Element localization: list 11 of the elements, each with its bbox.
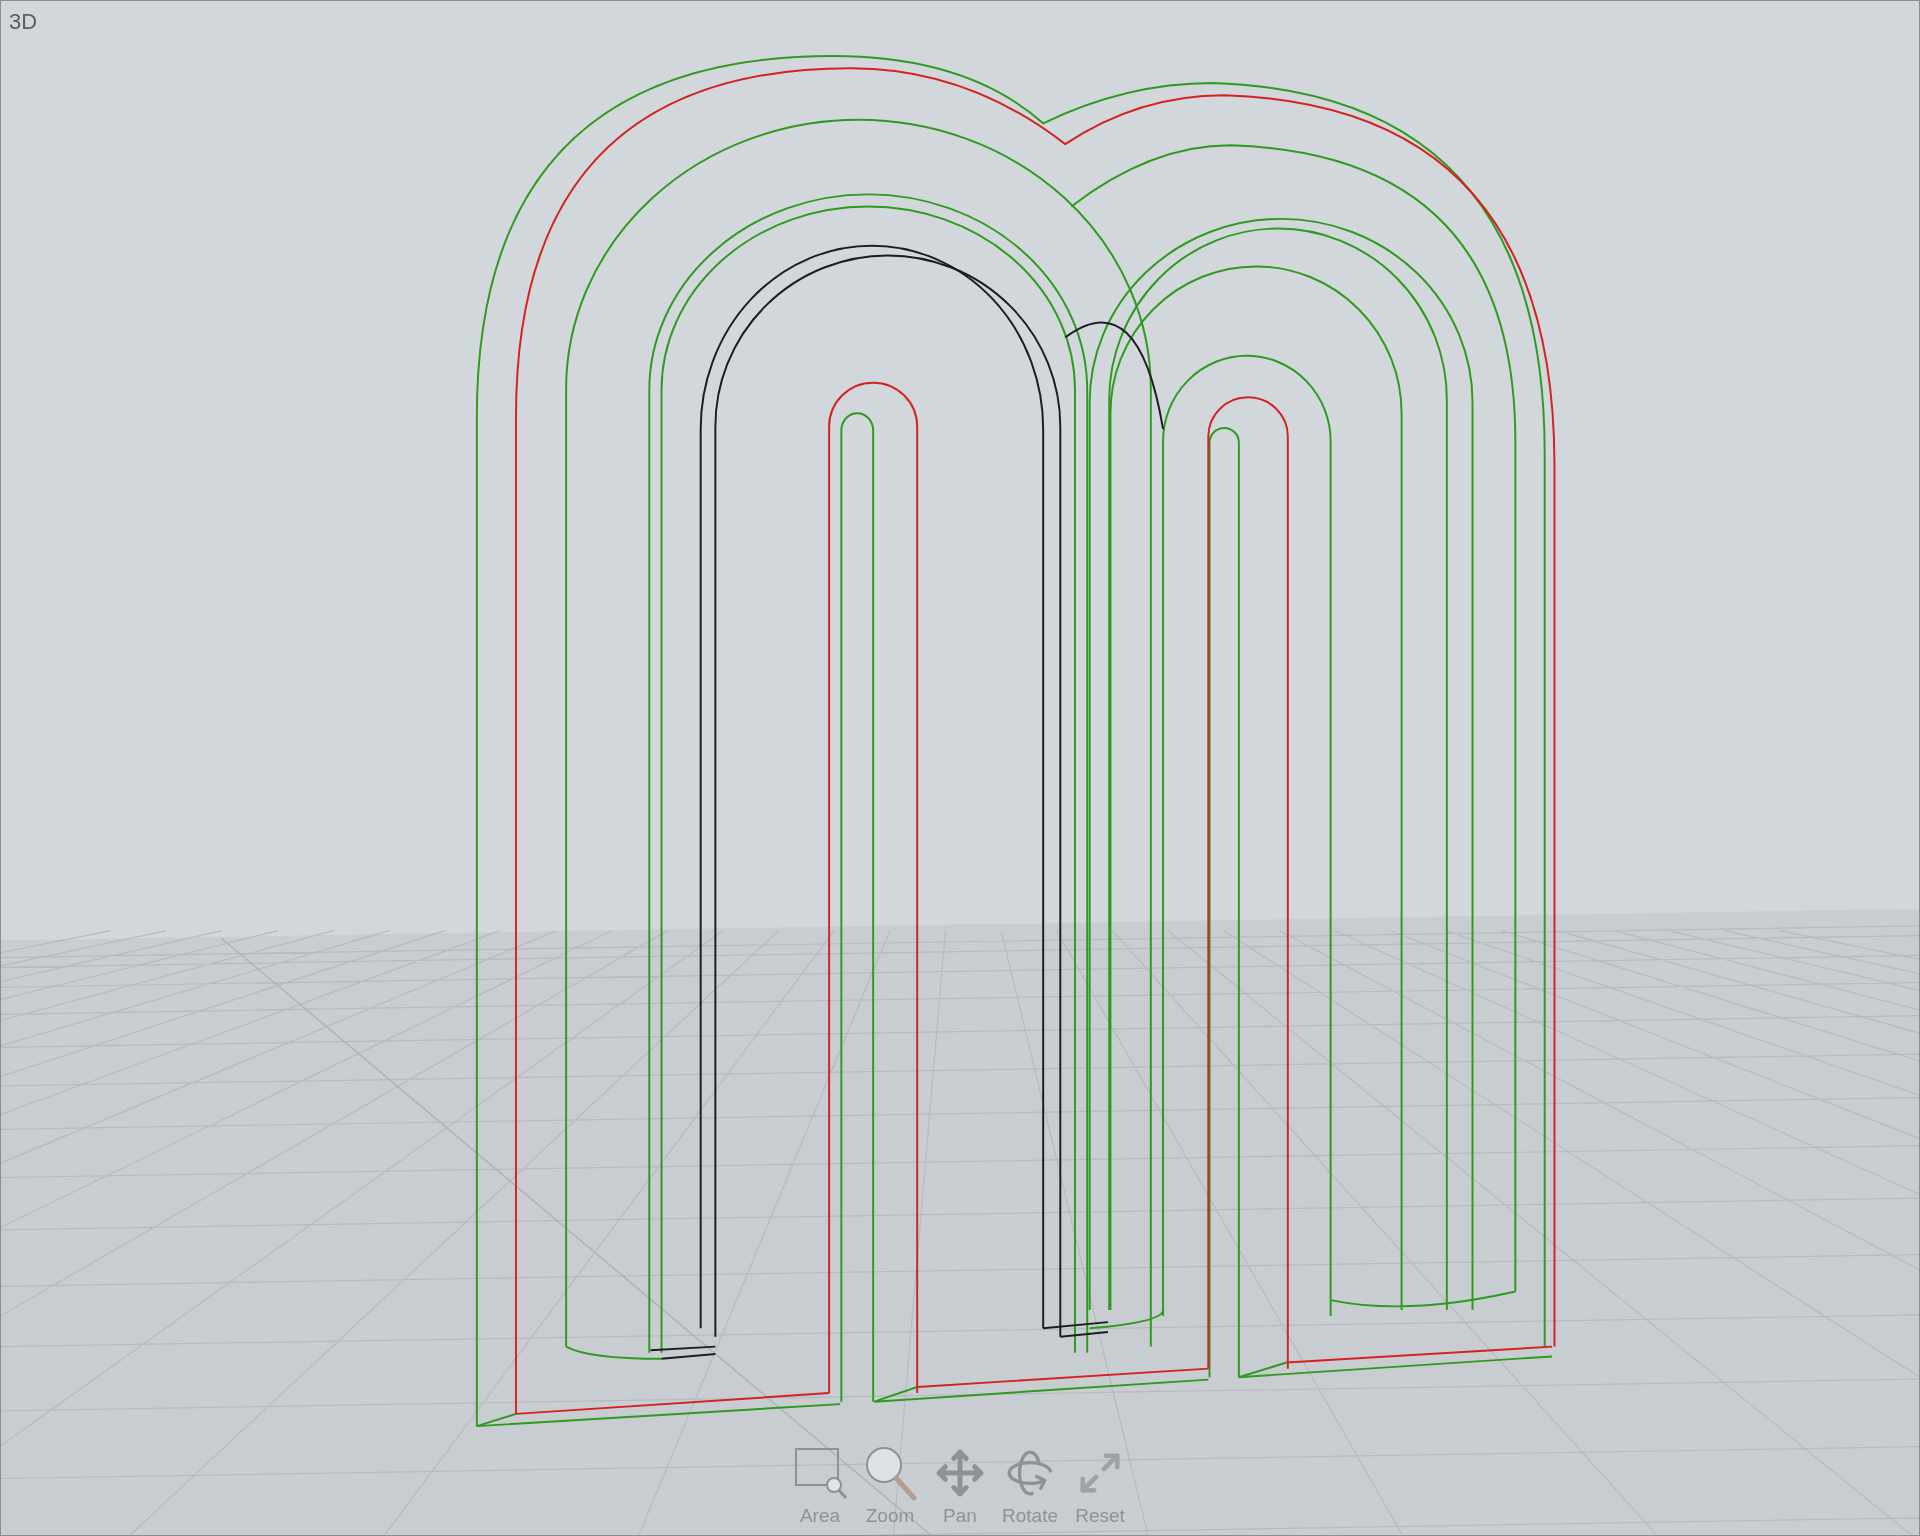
zoom-tool-button[interactable]: Zoom — [858, 1445, 922, 1527]
reset-tool-button[interactable]: Reset — [1068, 1445, 1132, 1527]
move-arrows-icon — [935, 1448, 985, 1498]
rotate-tool-button[interactable]: Rotate — [998, 1445, 1062, 1527]
rotate-icon — [1005, 1448, 1055, 1498]
3d-viewport[interactable]: 3D Area Zoom Pan Rotate Reset — [0, 0, 1920, 1536]
area-tool-button[interactable]: Area — [788, 1445, 852, 1527]
expand-icon — [1077, 1450, 1123, 1496]
area-zoom-icon — [792, 1445, 848, 1501]
pan-tool-button[interactable]: Pan — [928, 1445, 992, 1527]
view-label: 3D — [9, 9, 38, 35]
